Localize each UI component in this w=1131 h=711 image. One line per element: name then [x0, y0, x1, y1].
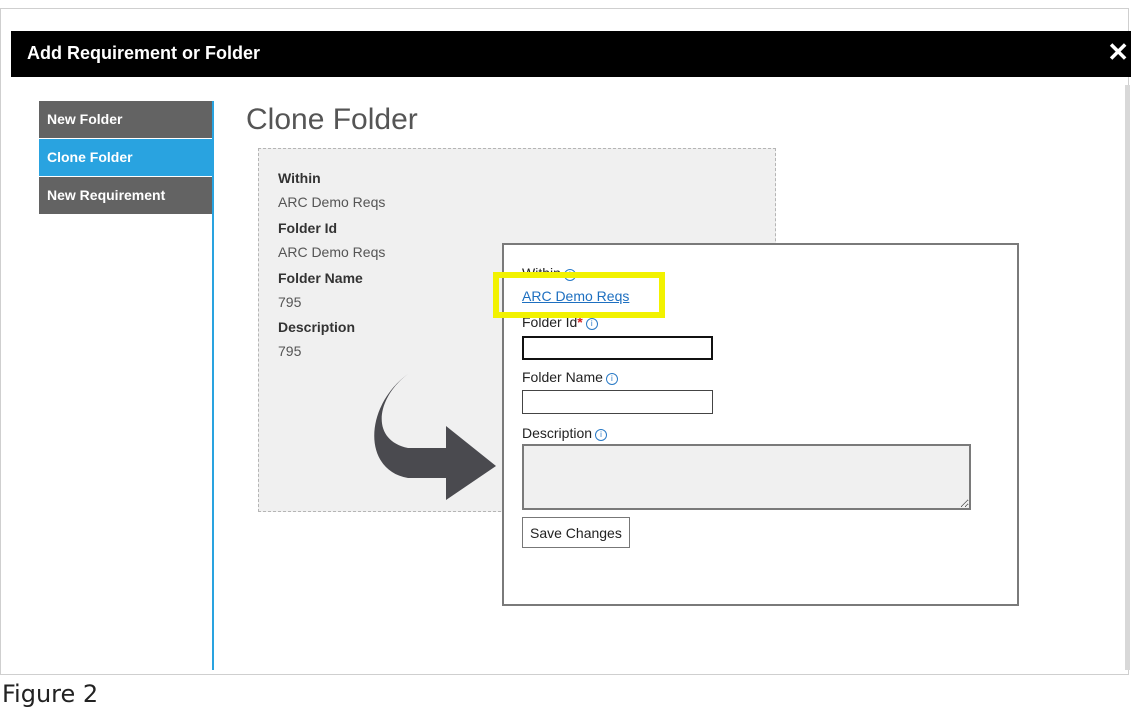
source-folder-name-value: 795	[278, 294, 302, 310]
scrollbar[interactable]	[1125, 85, 1130, 670]
source-folder-name-label: Folder Name	[278, 270, 363, 286]
figure-caption: Figure 2	[2, 680, 99, 708]
source-description-value: 795	[278, 343, 302, 359]
source-description-label: Description	[278, 319, 356, 335]
source-within-label: Within	[278, 170, 321, 186]
curved-arrow-icon	[374, 374, 496, 500]
info-icon: i	[585, 318, 598, 330]
sidebar-item-new-folder[interactable]: New Folder	[39, 101, 212, 138]
source-folder-id-value: ARC Demo Reqs	[278, 244, 386, 260]
page-title: Clone Folder	[246, 103, 418, 136]
close-icon[interactable]: ✕	[1107, 37, 1129, 67]
info-icon: i	[605, 373, 618, 385]
sidebar-item-new-requirement[interactable]: New Requirement	[39, 177, 212, 214]
info-icon: i	[595, 429, 608, 441]
description-textarea[interactable]	[522, 444, 971, 510]
highlight-annotation	[493, 272, 665, 318]
source-within-value: ARC Demo Reqs	[278, 194, 386, 210]
sidebar-divider	[212, 101, 214, 670]
dialog-title: Add Requirement or Folder	[27, 43, 261, 63]
sidebar-item-clone-folder[interactable]: Clone Folder	[39, 139, 212, 176]
sidebar: New Folder Clone Folder New Requirement	[39, 101, 212, 215]
folder-id-input[interactable]	[522, 336, 713, 360]
source-folder-id-label: Folder Id	[278, 220, 338, 236]
folder-name-input[interactable]	[522, 390, 713, 414]
form-description-label: Description i	[522, 425, 608, 441]
save-changes-button[interactable]: Save Changes	[522, 517, 630, 548]
form-folder-name-label: Folder Name i	[522, 369, 618, 385]
dialog-titlebar: Add Requirement or Folder ✕	[11, 31, 1131, 77]
